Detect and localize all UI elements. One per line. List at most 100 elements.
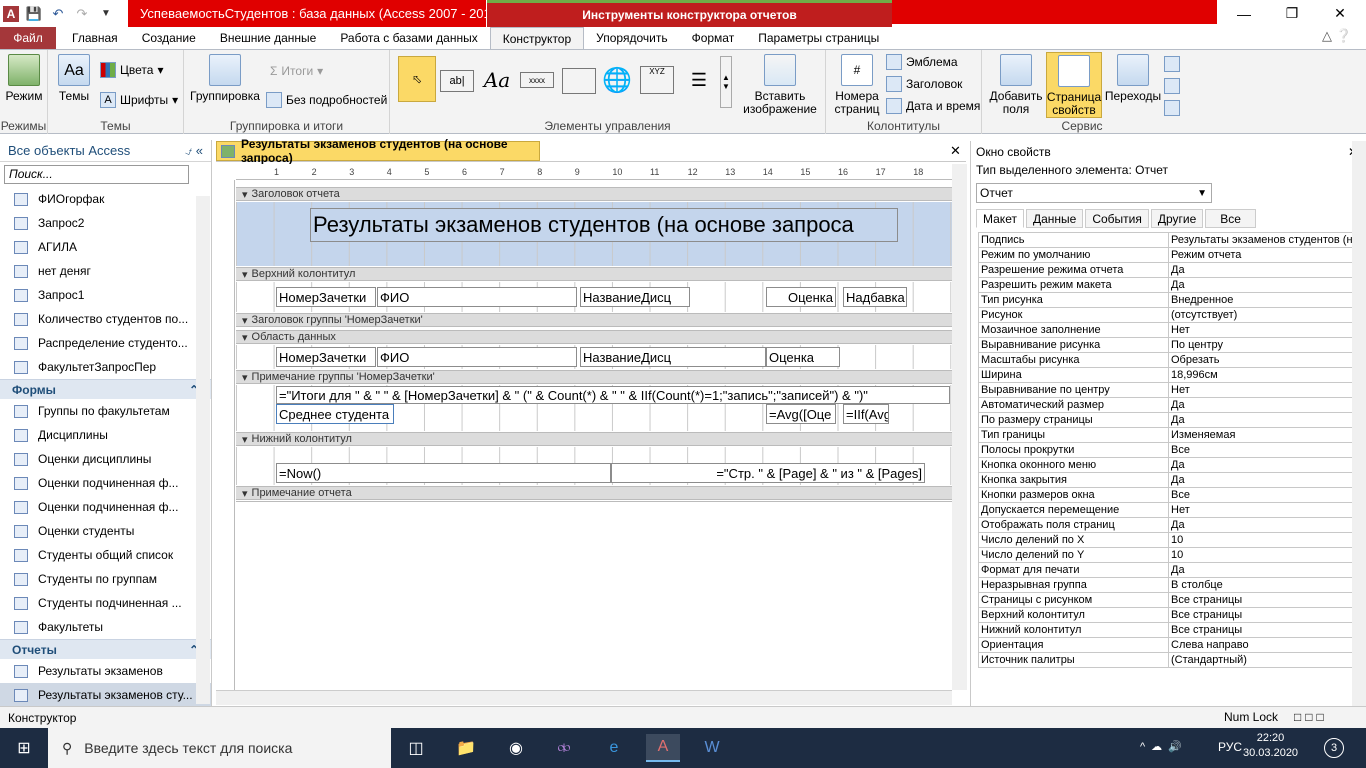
- d-num-field[interactable]: НомерЗачетки: [276, 347, 376, 367]
- document-tab[interactable]: Результаты экзаменов студентов (на основ…: [216, 137, 540, 165]
- d-disc-field[interactable]: НазваниеДисц: [580, 347, 766, 367]
- property-value[interactable]: (Стандартный): [1168, 652, 1360, 668]
- nav-section-forms[interactable]: Формы ⌃: [0, 379, 211, 399]
- pf-page-field[interactable]: ="Стр. " & [Page] & " из " & [Pages]: [611, 463, 925, 483]
- form-item[interactable]: Студенты общий список: [0, 543, 211, 567]
- property-value[interactable]: Результаты экзаменов студентов (н: [1168, 232, 1360, 248]
- access-app-icon[interactable]: A: [2, 4, 20, 23]
- band-page-footer[interactable]: ▾ Нижний колонтитул: [236, 432, 952, 446]
- property-value[interactable]: Изменяемая: [1168, 427, 1360, 443]
- date-time-button[interactable]: Дата и время: [886, 98, 980, 114]
- property-value[interactable]: 18,996см: [1168, 367, 1360, 383]
- property-value[interactable]: Внедренное: [1168, 292, 1360, 308]
- property-value[interactable]: Режим отчета: [1168, 247, 1360, 263]
- notifications-badge[interactable]: 3: [1324, 738, 1344, 758]
- subform-icon[interactable]: [1164, 56, 1180, 72]
- query-item[interactable]: АГИЛА: [0, 235, 211, 259]
- form-item[interactable]: Группы по факультетам: [0, 399, 211, 423]
- property-row[interactable]: Автоматический размер Да: [978, 397, 1360, 413]
- property-row[interactable]: Допускается перемещение Нет: [978, 502, 1360, 518]
- view-code-icon[interactable]: [1164, 78, 1180, 94]
- language-indicator[interactable]: РУС: [1218, 740, 1242, 754]
- nav-section-reports[interactable]: Отчеты ⌃: [0, 639, 211, 659]
- button-control-icon[interactable]: xxxx: [520, 72, 554, 88]
- property-row[interactable]: Полосы прокрутки Все: [978, 442, 1360, 458]
- query-item[interactable]: Запрос1: [0, 283, 211, 307]
- form-item[interactable]: Дисциплины: [0, 423, 211, 447]
- query-item[interactable]: Распределение студенто...: [0, 331, 211, 355]
- query-item[interactable]: Количество студентов по...: [0, 307, 211, 331]
- property-row[interactable]: Подпись Результаты экзаменов студентов (н: [978, 232, 1360, 248]
- property-row[interactable]: Ориентация Слева направо: [978, 637, 1360, 653]
- themes-button[interactable]: Aa Темы: [54, 54, 94, 103]
- form-item[interactable]: Оценки подчиненная ф...: [0, 471, 211, 495]
- property-value[interactable]: Да: [1168, 397, 1360, 413]
- property-row[interactable]: Число делений по X 10: [978, 532, 1360, 548]
- tab-database-tools[interactable]: Работа с базами данных: [328, 27, 489, 49]
- close-document-icon[interactable]: ✕: [950, 143, 961, 159]
- tab-layout[interactable]: Макет: [976, 209, 1024, 228]
- property-row[interactable]: Ширина 18,996см: [978, 367, 1360, 383]
- band-report-header[interactable]: ▾ Заголовок отчета: [236, 187, 952, 201]
- property-value[interactable]: Да: [1168, 472, 1360, 488]
- gf-summary-field[interactable]: ="Итоги для " & " " & [НомерЗачетки] & "…: [276, 386, 950, 404]
- property-row[interactable]: Режим по умолчанию Режим отчета: [978, 247, 1360, 263]
- visual-studio-icon[interactable]: ⧞: [550, 734, 578, 762]
- property-value[interactable]: Нет: [1168, 502, 1360, 518]
- property-value[interactable]: (отсутствует): [1168, 307, 1360, 323]
- property-row[interactable]: Страницы с рисунком Все страницы: [978, 592, 1360, 608]
- form-item[interactable]: Оценки подчиненная ф...: [0, 495, 211, 519]
- tab-home[interactable]: Главная: [60, 27, 130, 49]
- property-value[interactable]: Нет: [1168, 382, 1360, 398]
- clock[interactable]: 22:20 30.03.2020: [1243, 731, 1298, 761]
- property-row[interactable]: Число делений по Y 10: [978, 547, 1360, 563]
- property-scrollbar[interactable]: [1352, 141, 1366, 706]
- band-detail[interactable]: ▾ Область данных: [236, 330, 952, 344]
- property-row[interactable]: Кнопка оконного меню Да: [978, 457, 1360, 473]
- edge-icon[interactable]: e: [600, 734, 628, 762]
- tab-create[interactable]: Создание: [130, 27, 208, 49]
- hide-details-button[interactable]: Без подробностей: [266, 92, 387, 108]
- property-value[interactable]: Все страницы: [1168, 592, 1360, 608]
- property-value[interactable]: Слева направо: [1168, 637, 1360, 653]
- property-row[interactable]: Источник палитры (Стандартный): [978, 652, 1360, 668]
- property-row[interactable]: Верхний колонтитул Все страницы: [978, 607, 1360, 623]
- property-row[interactable]: Кнопка закрытия Да: [978, 472, 1360, 488]
- property-value[interactable]: Нет: [1168, 322, 1360, 338]
- property-row[interactable]: Тип рисунка Внедренное: [978, 292, 1360, 308]
- tab-events[interactable]: События: [1085, 209, 1149, 228]
- property-value[interactable]: 10: [1168, 547, 1360, 563]
- tray-icons[interactable]: ^☁🔊: [1140, 740, 1188, 753]
- property-value[interactable]: В столбце: [1168, 577, 1360, 593]
- file-explorer-icon[interactable]: 📁: [452, 734, 480, 762]
- minimize-button[interactable]: —: [1220, 0, 1268, 27]
- gf-avg-field[interactable]: =Avg([Оце: [766, 404, 836, 424]
- form-item[interactable]: Студенты подчиненная ...: [0, 591, 211, 615]
- property-value[interactable]: Да: [1168, 517, 1360, 533]
- property-value[interactable]: Обрезать: [1168, 352, 1360, 368]
- totals-button[interactable]: Σ Итоги ▾: [270, 64, 323, 78]
- property-value[interactable]: Все: [1168, 442, 1360, 458]
- taskbar-search[interactable]: ⚲ Введите здесь текст для поиска: [48, 728, 391, 768]
- property-value[interactable]: Да: [1168, 277, 1360, 293]
- tab-external-data[interactable]: Внешние данные: [208, 27, 329, 49]
- d-fio-field[interactable]: ФИО: [377, 347, 577, 367]
- property-value[interactable]: Да: [1168, 562, 1360, 578]
- tab-page-setup[interactable]: Параметры страницы: [746, 27, 891, 49]
- nav-search-input[interactable]: Поиск...: [4, 165, 189, 184]
- query-item[interactable]: ФИОгорфак: [0, 187, 211, 211]
- hyperlink-control-icon[interactable]: 🌐: [600, 62, 634, 98]
- band-group-header[interactable]: ▾ Заголовок группы 'НомерЗачетки': [236, 313, 952, 327]
- ph-fio-label[interactable]: ФИО: [377, 287, 577, 307]
- access-taskbar-icon[interactable]: A: [646, 734, 680, 762]
- help-icon[interactable]: △ ❔: [1322, 28, 1352, 44]
- report-item[interactable]: Результаты экзаменов сту...: [0, 683, 211, 707]
- gf-iif-field[interactable]: =IIf(Avg: [843, 404, 889, 424]
- tab-all[interactable]: Все: [1205, 209, 1256, 228]
- property-value[interactable]: Да: [1168, 457, 1360, 473]
- band-page-header[interactable]: ▾ Верхний колонтитул: [236, 267, 952, 281]
- property-row[interactable]: Масштабы рисунка Обрезать: [978, 352, 1360, 368]
- navigation-control-icon[interactable]: ☰: [682, 62, 716, 98]
- form-item[interactable]: Факультеты: [0, 615, 211, 639]
- object-selector-dropdown[interactable]: Отчет ▼: [976, 183, 1212, 203]
